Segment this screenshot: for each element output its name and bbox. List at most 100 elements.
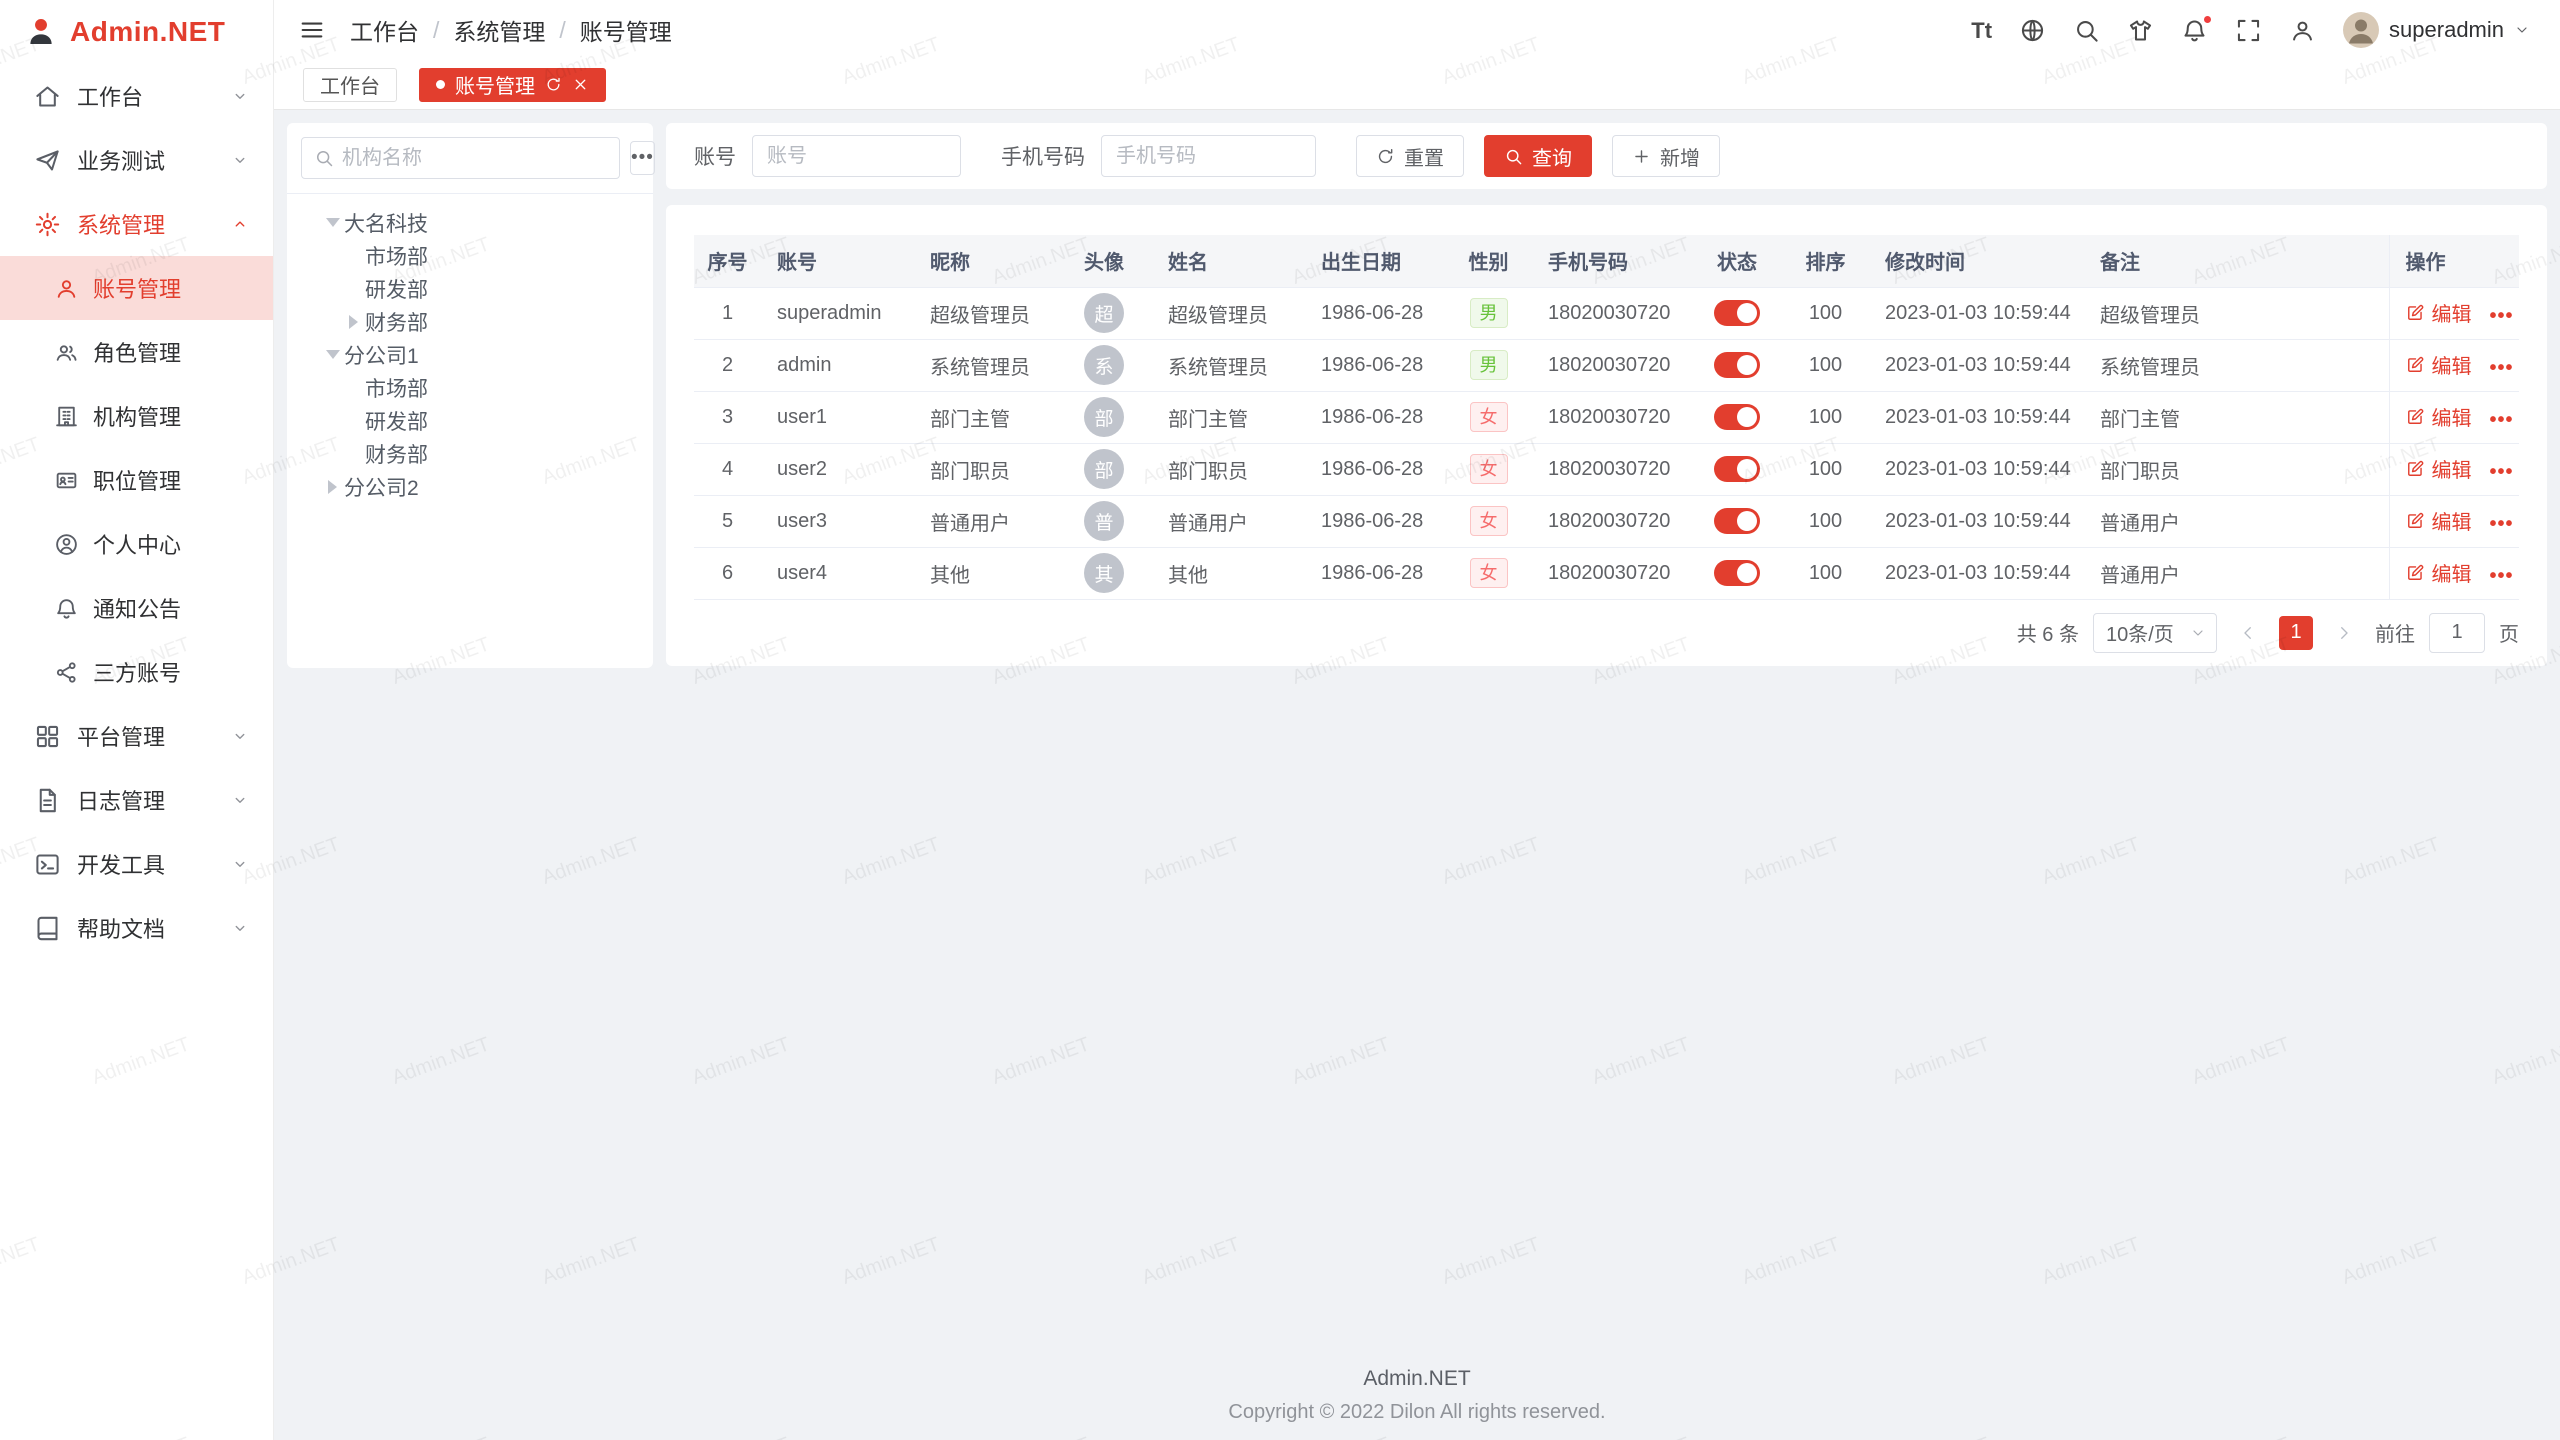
row-more-button[interactable]: ••• <box>2490 513 2514 535</box>
status-toggle[interactable] <box>1714 456 1760 482</box>
page-size-select[interactable]: 10条/页 <box>2093 613 2217 653</box>
org-search-input[interactable] <box>342 147 607 170</box>
tab-workbench[interactable]: 工作台 <box>303 68 397 102</box>
footer-title: Admin.NET <box>274 1367 2560 1391</box>
org-more-button[interactable]: ••• <box>630 141 655 175</box>
edit-button[interactable]: 编辑 <box>2406 454 2472 483</box>
row-more-button[interactable]: ••• <box>2490 409 2514 431</box>
table-row: 1 superadmin 超级管理员 超 超级管理员 1986-06-28 男 … <box>694 287 2519 339</box>
terminal-icon <box>34 851 61 878</box>
page-number-button[interactable]: 1 <box>2279 616 2313 650</box>
row-more-button[interactable]: ••• <box>2490 305 2514 327</box>
phone-input[interactable] <box>1101 135 1316 177</box>
org-panel-header: ••• <box>287 123 653 194</box>
bell-icon <box>54 596 79 621</box>
sidebar-item-label: 业务测试 <box>77 144 165 176</box>
edit-button[interactable]: 编辑 <box>2406 506 2472 535</box>
col-avatar: 头像 <box>1056 235 1152 287</box>
sidebar-item-dev-tools[interactable]: 开发工具 <box>0 832 273 896</box>
sidebar-item-personal-center[interactable]: 个人中心 <box>0 512 273 576</box>
theme-icon[interactable] <box>2127 17 2154 44</box>
app-root: Admin.NET 工作台 业务测试 系统管理 账号管理 <box>0 0 2560 1440</box>
status-toggle[interactable] <box>1714 508 1760 534</box>
col-account: 账号 <box>761 235 914 287</box>
breadcrumb-item[interactable]: 工作台 <box>350 13 419 47</box>
user-menu[interactable]: superadmin <box>2343 12 2530 48</box>
cell-phone: 18020030720 <box>1532 391 1692 443</box>
sidebar-item-notice[interactable]: 通知公告 <box>0 576 273 640</box>
row-more-button[interactable]: ••• <box>2490 357 2514 379</box>
tree-node[interactable]: 财务部 <box>287 437 653 470</box>
sidebar-item-help-docs[interactable]: 帮助文档 <box>0 896 273 960</box>
caret-right-icon[interactable] <box>342 315 365 329</box>
sidebar-item-log-management[interactable]: 日志管理 <box>0 768 273 832</box>
cell-avatar: 超 <box>1056 287 1152 339</box>
font-size-icon[interactable]: Tt <box>1971 17 1992 44</box>
sidebar-item-label: 开发工具 <box>77 848 165 880</box>
cell-name: 系统管理员 <box>1152 339 1305 391</box>
sidebar-item-role-management[interactable]: 角色管理 <box>0 320 273 384</box>
sidebar-item-business-test[interactable]: 业务测试 <box>0 128 273 192</box>
menu-collapse-icon[interactable] <box>298 16 326 44</box>
status-toggle[interactable] <box>1714 560 1760 586</box>
search-icon[interactable] <box>2073 17 2100 44</box>
query-button[interactable]: 查询 <box>1484 135 1592 177</box>
tree-node[interactable]: 财务部 <box>287 305 653 338</box>
status-toggle[interactable] <box>1714 300 1760 326</box>
tab-account-management[interactable]: 账号管理 <box>419 68 606 102</box>
cell-remark: 普通用户 <box>2084 547 2389 599</box>
sidebar-item-platform-management[interactable]: 平台管理 <box>0 704 273 768</box>
status-toggle[interactable] <box>1714 404 1760 430</box>
notification-icon[interactable] <box>2181 17 2208 44</box>
reset-button[interactable]: 重置 <box>1356 135 1464 177</box>
cell-phone: 18020030720 <box>1532 443 1692 495</box>
tree-node[interactable]: 市场部 <box>287 239 653 272</box>
gender-tag: 女 <box>1470 402 1508 433</box>
add-button[interactable]: 新增 <box>1612 135 1720 177</box>
status-toggle[interactable] <box>1714 352 1760 378</box>
next-page-button[interactable] <box>2327 616 2361 650</box>
main-column: 账号 手机号码 重置 查询 <box>666 123 2547 1427</box>
tree-node[interactable]: 分公司1 <box>287 338 653 371</box>
cell-account: superadmin <box>761 287 914 339</box>
tree-node[interactable]: 市场部 <box>287 371 653 404</box>
caret-down-icon[interactable] <box>321 350 344 359</box>
sidebar-item-org-management[interactable]: 机构管理 <box>0 384 273 448</box>
row-more-button[interactable]: ••• <box>2490 461 2514 483</box>
edit-label: 编辑 <box>2432 454 2472 483</box>
tree-node[interactable]: 大名科技 <box>287 206 653 239</box>
cell-nickname: 部门主管 <box>914 391 1056 443</box>
sidebar-item-third-party-account[interactable]: 三方账号 <box>0 640 273 704</box>
language-icon[interactable] <box>2019 17 2046 44</box>
page-content: ••• 大名科技 市场部 研发部 财务部 分公司1 市场部 研发部 财务部 分公… <box>274 110 2560 1440</box>
tree-node[interactable]: 研发部 <box>287 404 653 437</box>
breadcrumb-item[interactable]: 系统管理 <box>453 13 545 47</box>
col-modified: 修改时间 <box>1869 235 2084 287</box>
sidebar-item-system-management[interactable]: 系统管理 <box>0 192 273 256</box>
row-more-button[interactable]: ••• <box>2490 565 2514 587</box>
pagination: 共 6 条 10条/页 1 前往 页 <box>694 600 2519 666</box>
edit-button[interactable]: 编辑 <box>2406 402 2472 431</box>
account-input[interactable] <box>752 135 961 177</box>
user-settings-icon[interactable] <box>2289 17 2316 44</box>
search-icon <box>1504 147 1523 166</box>
sidebar-item-position-management[interactable]: 职位管理 <box>0 448 273 512</box>
fullscreen-icon[interactable] <box>2235 17 2262 44</box>
cell-order: 100 <box>1782 339 1869 391</box>
prev-page-button[interactable] <box>2231 616 2265 650</box>
refresh-icon[interactable] <box>545 76 562 93</box>
tree-node[interactable]: 分公司2 <box>287 470 653 503</box>
caret-right-icon[interactable] <box>321 480 344 494</box>
cell-actions: 编辑 ••• <box>2389 287 2519 339</box>
goto-page-input[interactable] <box>2429 613 2485 653</box>
sidebar-item-workbench[interactable]: 工作台 <box>0 64 273 128</box>
edit-button[interactable]: 编辑 <box>2406 350 2472 379</box>
tree-node[interactable]: 研发部 <box>287 272 653 305</box>
cell-remark: 普通用户 <box>2084 495 2389 547</box>
edit-button[interactable]: 编辑 <box>2406 298 2472 327</box>
cell-avatar: 其 <box>1056 547 1152 599</box>
close-icon[interactable] <box>572 76 589 93</box>
sidebar-item-account-management[interactable]: 账号管理 <box>0 256 273 320</box>
edit-button[interactable]: 编辑 <box>2406 558 2472 587</box>
caret-down-icon[interactable] <box>321 218 344 227</box>
